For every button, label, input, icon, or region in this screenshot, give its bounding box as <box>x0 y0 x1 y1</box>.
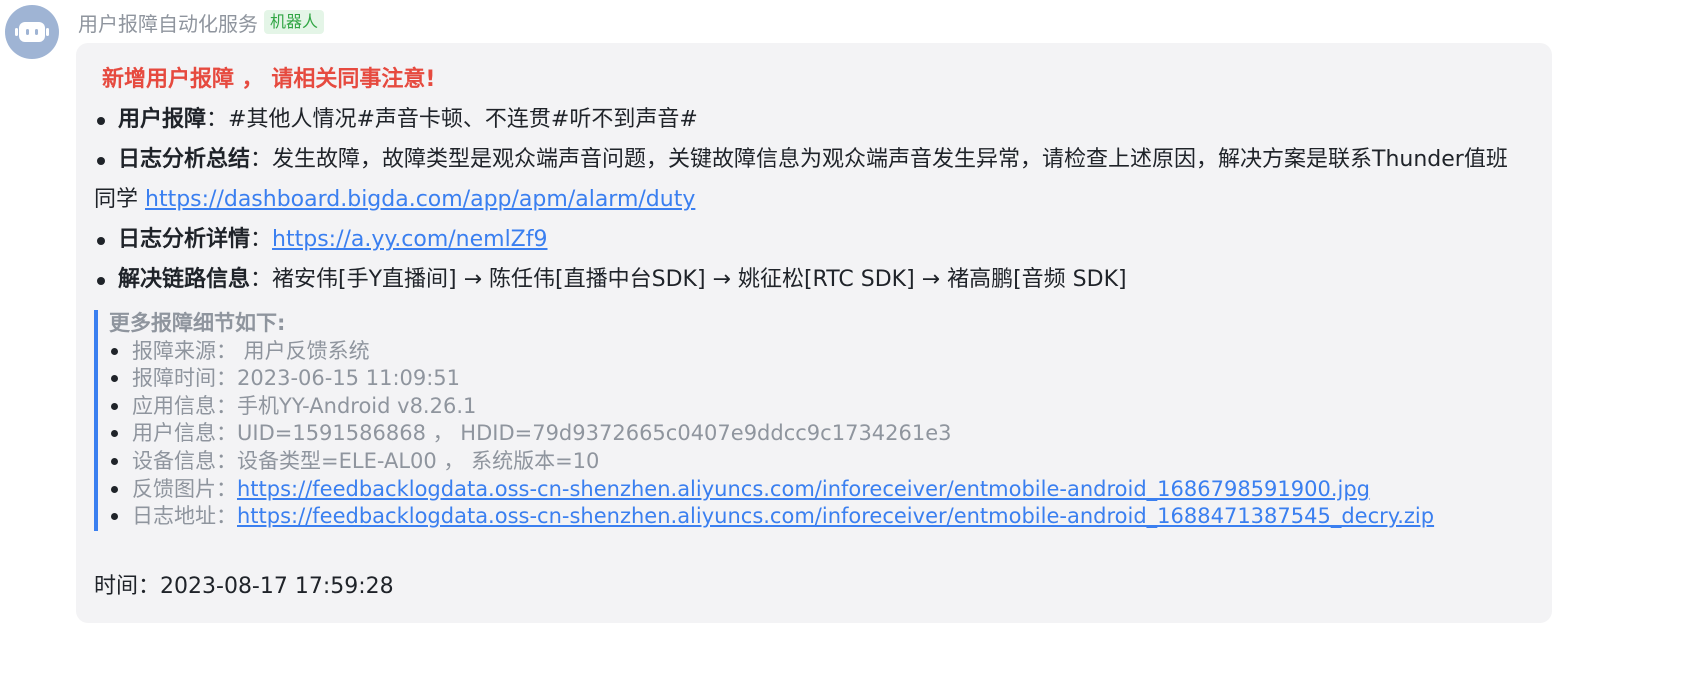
detail-value: UID=1591586868 ， HDID=79d9372665c0407e9d… <box>237 421 952 446</box>
detail-item-user: 用户信息：UID=1591586868 ， HDID=79d9372665c04… <box>109 420 1541 448</box>
bullet <box>97 157 105 165</box>
item-sep: ： <box>250 227 273 252</box>
log-detail-link[interactable]: https://a.yy.com/nemlZf9 <box>272 227 547 252</box>
bullet <box>97 237 105 245</box>
bullet <box>111 347 118 355</box>
detail-value: 设备类型=ELE-AL00 ， 系统版本=10 <box>237 448 600 473</box>
detail-item-app: 应用信息：手机YY-Android v8.26.1 <box>109 393 1541 421</box>
detail-label: 用户信息： <box>132 421 237 446</box>
sender-name[interactable]: 用户报障自动化服务 <box>78 8 258 37</box>
message-headline: 新增用户报障 ， 请相关同事注意! <box>102 67 436 92</box>
avatar[interactable] <box>5 5 59 59</box>
bullet <box>111 430 118 438</box>
detail-item-feedback-image: 反馈图片：https://feedbacklogdata.oss-cn-shen… <box>109 476 1541 504</box>
list-item-resolution-chain: 解决链路信息：褚安伟[手Y直播间] → 陈任伟[直播中台SDK] → 姚征松[R… <box>94 260 1528 300</box>
item-label: 用户报障 <box>118 107 207 132</box>
item-sep: ： <box>250 147 273 172</box>
item-text: 褚安伟[手Y直播间] → 陈任伟[直播中台SDK] → 姚征松[RTC SDK]… <box>272 267 1127 292</box>
detail-label: 设备信息： <box>132 448 237 473</box>
details-title: 更多报障细节如下: <box>109 311 286 335</box>
details-quote-block: 更多报障细节如下: 报障来源： 用户反馈系统 报障时间：2023-06-15 1… <box>94 310 1541 531</box>
detail-label: 报障时间： <box>132 366 237 391</box>
list-item-log-summary: 日志分析总结：发生故障，故障类型是观众端声音问题，关键故障信息为观众端声音发生异… <box>94 140 1528 220</box>
message-time: 时间：2023-08-17 17:59:28 <box>94 572 394 602</box>
duty-link[interactable]: https://dashboard.bigda.com/app/apm/alar… <box>145 187 695 212</box>
time-label: 时间： <box>94 574 161 599</box>
item-label: 日志分析总结 <box>118 147 251 172</box>
log-address-link[interactable]: https://feedbacklogdata.oss-cn-shenzhen.… <box>237 504 1434 528</box>
feedback-image-link[interactable]: https://feedbacklogdata.oss-cn-shenzhen.… <box>237 477 1370 501</box>
detail-item-device: 设备信息：设备类型=ELE-AL00 ， 系统版本=10 <box>109 448 1541 476</box>
sender-row: 用户报障自动化服务 机器人 <box>78 8 325 37</box>
detail-value: 用户反馈系统 <box>237 338 370 363</box>
item-label: 日志分析详情 <box>118 227 251 252</box>
bullet <box>111 402 118 410</box>
item-label: 解决链路信息 <box>118 267 251 292</box>
list-item-log-detail: 日志分析详情：https://a.yy.com/nemlZf9 <box>94 220 1528 260</box>
bullet <box>111 485 118 493</box>
robot-icon <box>15 22 49 42</box>
item-text: #其他人情况#声音卡顿、不连贯#听不到声音# <box>228 107 698 132</box>
bullet <box>111 513 118 521</box>
report-summary-list: 用户报障：#其他人情况#声音卡顿、不连贯#听不到声音# 日志分析总结：发生故障，… <box>94 100 1528 300</box>
time-value: 2023-08-17 17:59:28 <box>160 574 394 599</box>
detail-label: 日志地址： <box>132 504 237 529</box>
bullet <box>97 117 105 125</box>
bot-tag: 机器人 <box>264 10 325 34</box>
bullet <box>111 457 118 465</box>
detail-label: 应用信息： <box>132 393 237 418</box>
bullet <box>97 277 105 285</box>
detail-value: 手机YY-Android v8.26.1 <box>237 393 477 418</box>
item-sep: ： <box>206 107 229 132</box>
detail-item-time: 报障时间：2023-06-15 11:09:51 <box>109 365 1541 393</box>
detail-label: 报障来源： <box>132 338 237 363</box>
list-item-user-report: 用户报障：#其他人情况#声音卡顿、不连贯#听不到声音# <box>94 100 1528 140</box>
detail-value: 2023-06-15 11:09:51 <box>237 366 461 391</box>
detail-item-log-address: 日志地址：https://feedbacklogdata.oss-cn-shen… <box>109 503 1541 531</box>
details-list: 报障来源： 用户反馈系统 报障时间：2023-06-15 11:09:51 应用… <box>109 338 1541 531</box>
detail-label: 反馈图片： <box>132 476 237 501</box>
bullet <box>111 375 118 383</box>
item-sep: ： <box>250 267 273 292</box>
detail-item-source: 报障来源： 用户反馈系统 <box>109 338 1541 366</box>
